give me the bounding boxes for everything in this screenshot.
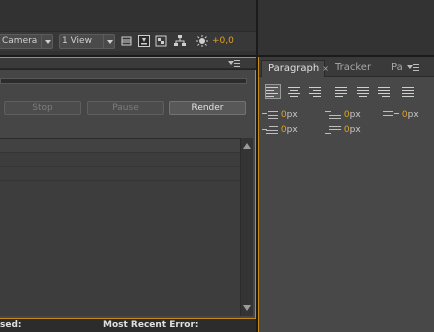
list-scrollbar[interactable]	[240, 138, 253, 316]
list-item	[0, 153, 240, 167]
tab-tracker[interactable]: Tracker	[329, 60, 379, 77]
indent-right-unit: px	[407, 110, 419, 120]
tab-overflow[interactable]: Pa	[385, 60, 407, 77]
flowchart-icon[interactable]	[174, 35, 186, 47]
exposure-icon[interactable]	[195, 35, 209, 47]
chevron-down-icon	[41, 35, 52, 48]
view-dropdown[interactable]: Camera	[0, 34, 53, 49]
right-top-panel	[258, 0, 434, 55]
render-queue-panel: Stop Pause Render	[0, 70, 256, 320]
first-line-indent-unit: px	[286, 125, 298, 135]
elapsed-label: sed:	[0, 320, 22, 330]
list-header-row	[0, 139, 240, 153]
space-after-field[interactable]: 0px	[325, 124, 361, 136]
grid-icon[interactable]	[121, 35, 133, 47]
indent-left-icon	[262, 110, 278, 120]
tab-tracker-label: Tracker	[335, 62, 372, 73]
chevron-down-icon	[103, 35, 114, 48]
space-after-icon	[325, 125, 341, 135]
exposure-value[interactable]: +0,0	[212, 35, 234, 47]
panel-menu-icon[interactable]	[407, 63, 421, 72]
scroll-up-icon[interactable]	[243, 143, 251, 149]
close-icon[interactable]: ×	[322, 64, 329, 73]
indent-right-icon	[383, 110, 399, 120]
most-recent-error-label: Most Recent Error:	[103, 320, 199, 330]
indent-right-field[interactable]: 0px	[383, 109, 419, 121]
paragraph-tab-bar: Paragraph × Tracker Pa	[259, 57, 434, 77]
paragraph-panel: Paragraph × Tracker Pa 0px 0px 0px 0px 0…	[258, 57, 434, 332]
views-dropdown[interactable]: 1 View	[59, 34, 115, 49]
render-progress-bar	[0, 78, 247, 84]
space-before-unit: px	[349, 110, 361, 120]
first-line-indent-field[interactable]: 0px	[262, 124, 298, 136]
indent-left-field[interactable]: 0px	[262, 109, 298, 121]
render-status-bar: sed: Most Recent Error:	[0, 318, 256, 332]
tab-paragraph[interactable]: Paragraph ×	[261, 60, 329, 77]
list-item	[0, 167, 240, 181]
space-before-icon	[325, 110, 341, 120]
stop-button[interactable]: Stop	[4, 101, 81, 115]
scroll-down-icon[interactable]	[243, 305, 251, 311]
snapshot-icon[interactable]	[138, 35, 150, 47]
space-before-field[interactable]: 0px	[325, 109, 361, 121]
first-line-indent-icon	[262, 125, 278, 135]
space-after-unit: px	[349, 125, 361, 135]
render-button[interactable]: Render	[169, 101, 246, 115]
viewer-toolbar: Camera 1 View +0,0	[0, 0, 256, 55]
view-dropdown-label: Camera	[2, 36, 38, 46]
tab-paragraph-label: Paragraph	[268, 63, 320, 74]
render-queue-header	[0, 57, 256, 69]
render-queue-list[interactable]	[0, 138, 240, 316]
justify-all-icon[interactable]	[402, 85, 416, 98]
transparency-grid-icon[interactable]	[155, 35, 167, 47]
pause-button[interactable]: Pause	[87, 101, 164, 115]
indent-left-unit: px	[286, 110, 298, 120]
views-dropdown-label: 1 View	[62, 36, 92, 46]
justify-right-icon[interactable]	[378, 85, 392, 98]
align-left-icon[interactable]	[265, 84, 281, 99]
justify-center-icon[interactable]	[357, 85, 371, 98]
panel-menu-icon[interactable]	[228, 59, 242, 68]
justify-left-icon[interactable]	[335, 85, 349, 98]
tab-overflow-label: Pa	[391, 62, 403, 73]
align-right-icon[interactable]	[309, 85, 323, 98]
align-center-icon[interactable]	[288, 85, 302, 98]
